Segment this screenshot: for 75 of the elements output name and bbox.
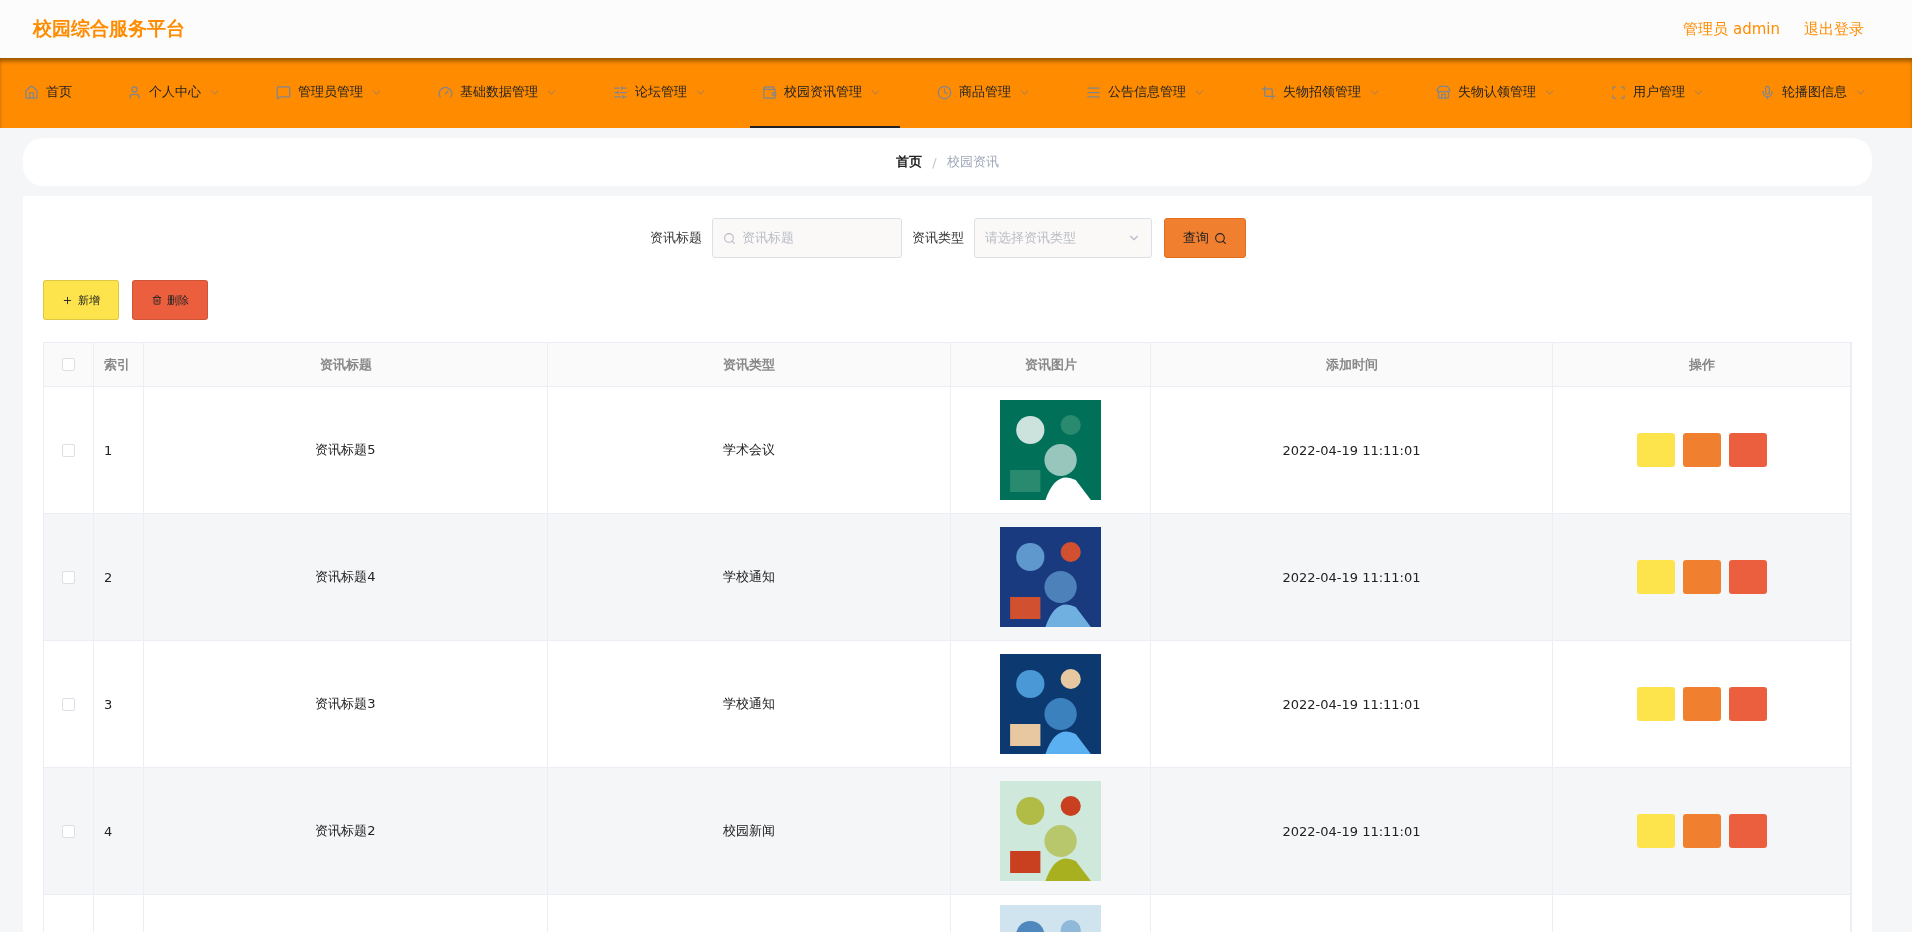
nav-icon xyxy=(762,84,777,100)
view-button[interactable] xyxy=(1636,560,1675,594)
plus-icon xyxy=(62,294,73,306)
nav-icon xyxy=(1611,84,1626,100)
field-label: 资讯标题 xyxy=(649,229,702,247)
nav-item[interactable]: 首页 xyxy=(12,58,90,128)
nav-icon xyxy=(276,84,291,100)
column-header: 资讯图片 xyxy=(1024,355,1077,374)
column-header: 操作 xyxy=(1688,355,1715,374)
remove-button[interactable] xyxy=(1728,433,1767,467)
edit-button[interactable] xyxy=(1682,560,1721,594)
breadcrumb-separator: / xyxy=(932,154,937,170)
select-all-checkbox[interactable] xyxy=(62,358,75,371)
nav-item[interactable]: 管理员管理 xyxy=(264,58,401,128)
nav-icon xyxy=(1261,84,1276,100)
nav-item[interactable]: 校园资讯管理 xyxy=(750,58,900,128)
row-checkbox[interactable] xyxy=(62,697,75,711)
remove-button[interactable] xyxy=(1728,560,1767,594)
edit-button[interactable] xyxy=(1682,814,1721,848)
edit-button[interactable] xyxy=(1682,687,1721,721)
row-checkbox[interactable] xyxy=(62,824,75,838)
nav-item[interactable]: 公告信息管理 xyxy=(1074,58,1224,128)
table-cell: 资讯标题2 xyxy=(315,822,376,840)
field-label: 资讯类型 xyxy=(911,229,964,247)
trash-icon xyxy=(151,295,162,305)
table-cell: 资讯标题4 xyxy=(315,568,376,586)
remove-button[interactable] xyxy=(1728,687,1767,721)
add-button[interactable]: 新增 xyxy=(43,280,119,320)
view-button[interactable] xyxy=(1636,687,1675,721)
nav-item[interactable]: 论坛管理 xyxy=(601,58,725,128)
remove-button[interactable] xyxy=(1728,814,1767,848)
nav-item[interactable]: 商品管理 xyxy=(925,58,1049,128)
table-cell: 2022-04-19 11:11:01 xyxy=(1282,442,1421,458)
nav-icon xyxy=(24,84,39,100)
table-cell: 2 xyxy=(104,569,113,585)
delete-button[interactable]: 删除 xyxy=(132,280,208,320)
nav-item[interactable]: 轮播图信息 xyxy=(1748,58,1885,128)
table-cell: 资讯标题3 xyxy=(315,695,376,713)
column-header: 资讯类型 xyxy=(723,355,775,374)
edit-button[interactable] xyxy=(1682,433,1721,467)
table-cell: 4 xyxy=(104,823,113,839)
row-checkbox[interactable] xyxy=(62,570,75,584)
nav-item[interactable]: 用户管理 xyxy=(1599,58,1723,128)
table-cell: 2022-04-19 11:11:01 xyxy=(1282,823,1421,839)
nav-item[interactable]: 个人中心 xyxy=(115,58,239,128)
search-icon xyxy=(722,231,736,245)
nav-item[interactable]: 失物认领管理 xyxy=(1424,58,1574,128)
nav-icon xyxy=(1436,84,1451,100)
nav-icon xyxy=(1760,84,1775,100)
nav-icon xyxy=(127,84,142,100)
view-button[interactable] xyxy=(1636,433,1675,467)
table-cell: 2022-04-19 11:11:01 xyxy=(1282,696,1421,712)
nav-icon xyxy=(438,84,453,100)
breadcrumb-item[interactable]: 首页 xyxy=(896,153,923,171)
row-checkbox[interactable] xyxy=(62,443,75,457)
app-title: 校园综合服务平台 xyxy=(33,16,185,41)
search-icon xyxy=(1213,231,1227,245)
query-button[interactable]: 查询 xyxy=(1163,218,1246,258)
table-cell: 学校通知 xyxy=(723,568,775,586)
table-cell: 2022-04-19 11:11:01 xyxy=(1282,569,1421,585)
nav-icon xyxy=(937,84,952,100)
column-header: 添加时间 xyxy=(1325,355,1378,374)
nav-item[interactable]: 失物招领管理 xyxy=(1249,58,1399,128)
table-cell: 3 xyxy=(104,696,113,712)
nav-item[interactable]: 基础数据管理 xyxy=(426,58,576,128)
table-cell: 校园新闻 xyxy=(723,822,775,840)
column-header: 索引 xyxy=(104,355,130,374)
table-cell: 1 xyxy=(104,442,113,458)
column-header: 资讯标题 xyxy=(319,355,372,374)
table-cell: 资讯标题5 xyxy=(315,441,376,459)
table-cell: 学校通知 xyxy=(723,695,775,713)
nav-icon xyxy=(613,84,628,100)
table-cell: 学术会议 xyxy=(723,441,775,459)
nav-icon xyxy=(1086,84,1101,100)
view-button[interactable] xyxy=(1636,814,1675,848)
